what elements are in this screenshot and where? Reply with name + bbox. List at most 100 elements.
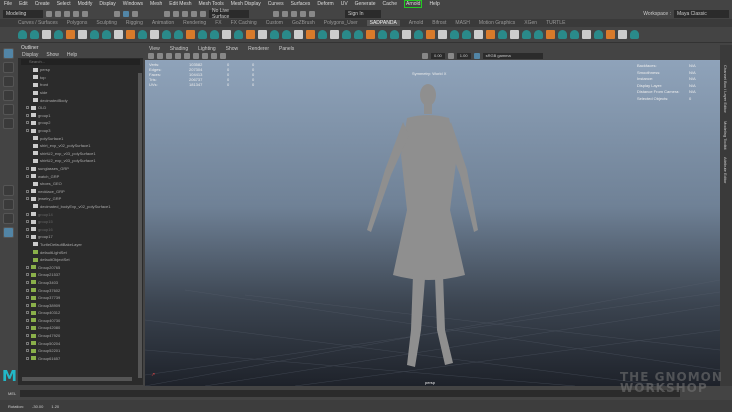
arnold-render-icon[interactable] xyxy=(309,10,315,17)
expand-icon[interactable] xyxy=(26,311,29,315)
tab-modeling-toolkit[interactable]: Modeling Toolkit xyxy=(723,121,728,150)
textured-icon[interactable] xyxy=(175,53,181,59)
shelf-tool-icon[interactable] xyxy=(378,30,387,39)
outliner-item[interactable]: TurtleDefaultBakeLayer xyxy=(26,241,143,249)
shelf-tool-icon[interactable] xyxy=(234,30,243,39)
open-icon[interactable] xyxy=(55,10,61,17)
outliner-item[interactable]: Group40312 xyxy=(26,309,143,317)
outliner-item[interactable]: Group42080 xyxy=(26,324,143,332)
grid-icon[interactable] xyxy=(202,53,208,59)
snap-view-icon[interactable] xyxy=(191,10,197,17)
menu-file[interactable]: File xyxy=(4,1,12,7)
outliner-item[interactable]: front xyxy=(26,81,143,89)
outliner-item[interactable]: necklace_GRP xyxy=(26,188,143,196)
shelf-tool-icon[interactable] xyxy=(306,30,315,39)
shelf-tool-icon[interactable] xyxy=(138,30,147,39)
shelf-tab-fx[interactable]: FX xyxy=(215,20,221,26)
outliner-item[interactable]: top xyxy=(26,74,143,82)
shelf-tool-icon[interactable] xyxy=(366,30,375,39)
paint-select-icon[interactable] xyxy=(3,76,14,87)
select-hierarchy-icon[interactable] xyxy=(114,10,120,17)
shelf-tool-icon[interactable] xyxy=(270,30,279,39)
mel-command-input[interactable] xyxy=(20,389,681,397)
shelf-tool-icon[interactable] xyxy=(282,30,291,39)
menu-windows[interactable]: Windows xyxy=(123,1,143,7)
shelf-tool-icon[interactable] xyxy=(450,30,459,39)
shelf-tab-xgen[interactable]: XGen xyxy=(524,20,537,26)
menu-uv[interactable]: UV xyxy=(341,1,348,7)
expand-icon[interactable] xyxy=(26,220,29,224)
tab-channel-box[interactable]: Channel Box / Layer Editor xyxy=(723,65,728,113)
menu-edit[interactable]: Edit xyxy=(19,1,28,7)
shelf-tab-fx-caching[interactable]: FX Caching xyxy=(231,20,257,26)
shelf-tool-icon[interactable] xyxy=(606,30,615,39)
outliner-item[interactable]: side xyxy=(26,89,143,97)
outliner-scrollbar[interactable] xyxy=(138,73,142,378)
shelf-tool-icon[interactable] xyxy=(522,30,531,39)
mel-label[interactable]: MEL xyxy=(8,391,16,396)
camera-icon[interactable] xyxy=(148,53,154,59)
save-icon[interactable] xyxy=(64,10,70,17)
outliner-item[interactable]: Group47920 xyxy=(26,332,143,340)
shelf-tool-icon[interactable] xyxy=(126,30,135,39)
shelf-tool-icon[interactable] xyxy=(318,30,327,39)
shelf-tool-icon[interactable] xyxy=(498,30,507,39)
expand-icon[interactable] xyxy=(26,296,29,300)
menu-surfaces[interactable]: Surfaces xyxy=(291,1,311,7)
shelf-tool-icon[interactable] xyxy=(630,30,639,39)
shelf-tool-icon[interactable] xyxy=(330,30,339,39)
tab-attribute-editor[interactable]: Attribute Editor xyxy=(723,157,728,183)
shelf-tool-icon[interactable] xyxy=(114,30,123,39)
outliner-item[interactable]: group3 xyxy=(26,127,143,135)
outliner-item[interactable]: Group37602 xyxy=(26,286,143,294)
rotate-tool-icon[interactable] xyxy=(3,104,14,115)
expand-icon[interactable] xyxy=(26,334,29,338)
move-tool-icon[interactable] xyxy=(3,90,14,101)
outliner-item[interactable]: shirtU2_exp_v03_polySurface1 xyxy=(26,150,143,158)
new-scene-icon[interactable] xyxy=(46,10,52,17)
expand-icon[interactable] xyxy=(26,227,29,231)
outliner-item[interactable]: Group61657 xyxy=(26,355,143,363)
outliner-item[interactable]: polySurface1 xyxy=(26,134,143,142)
sign-in-dropdown[interactable]: Sign In xyxy=(345,9,381,18)
menu-mesh-tools[interactable]: Mesh Tools xyxy=(199,1,224,7)
outliner-item[interactable]: Group50204 xyxy=(26,339,143,347)
expand-icon[interactable] xyxy=(26,318,29,322)
shelf-tab-gozbrush[interactable]: GoZBrush xyxy=(292,20,315,26)
viewport-menu-view[interactable]: View xyxy=(149,46,160,52)
four-pane-layout-icon[interactable] xyxy=(3,199,14,210)
two-pane-layout-icon[interactable] xyxy=(3,213,14,224)
shelf-tool-icon[interactable] xyxy=(426,30,435,39)
expand-icon[interactable] xyxy=(26,189,29,193)
outliner-item[interactable]: decimatedBody xyxy=(26,96,143,104)
shelf-tab-arnold[interactable]: Arnold xyxy=(409,20,423,26)
menu-create[interactable]: Create xyxy=(35,1,50,7)
shelf-tool-icon[interactable] xyxy=(174,30,183,39)
shelf-tab-rendering[interactable]: Rendering xyxy=(183,20,206,26)
viewport-menu-lighting[interactable]: Lighting xyxy=(198,46,216,52)
outliner-item[interactable]: Group40730 xyxy=(26,317,143,325)
outliner-item[interactable]: shirtU2_exp_v03_polySurface1 xyxy=(26,157,143,165)
menu-mesh-display[interactable]: Mesh Display xyxy=(231,1,261,7)
outliner-item[interactable]: Group38909 xyxy=(26,301,143,309)
expand-icon[interactable] xyxy=(26,356,29,360)
shelf-tool-icon[interactable] xyxy=(210,30,219,39)
expand-icon[interactable] xyxy=(26,349,29,353)
shelf-tool-icon[interactable] xyxy=(222,30,231,39)
shelf-tool-icon[interactable] xyxy=(42,30,51,39)
workspace-dropdown[interactable]: Maya Classic xyxy=(674,9,729,18)
shelf-tool-icon[interactable] xyxy=(54,30,63,39)
expand-icon[interactable] xyxy=(26,288,29,292)
snap-point-icon[interactable] xyxy=(182,10,188,17)
undo-icon[interactable] xyxy=(73,10,79,17)
snap-grid-icon[interactable] xyxy=(164,10,170,17)
outliner-menu-show[interactable]: Show xyxy=(46,52,59,58)
shelf-tool-icon[interactable] xyxy=(618,30,627,39)
outliner-item[interactable]: jewelry_GRP xyxy=(26,195,143,203)
outliner-item[interactable]: group1 xyxy=(26,112,143,120)
live-surface-field[interactable]: No Live Surface xyxy=(209,8,249,20)
outliner-item[interactable]: sunglasses_GRP xyxy=(26,165,143,173)
shelf-tool-icon[interactable] xyxy=(546,30,555,39)
menu-edit-mesh[interactable]: Edit Mesh xyxy=(169,1,191,7)
lasso-tool-icon[interactable] xyxy=(3,62,14,73)
